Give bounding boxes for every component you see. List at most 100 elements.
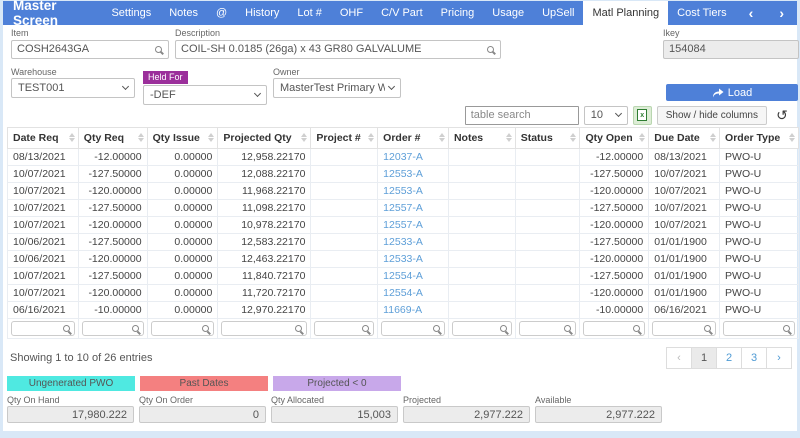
column-filter-input[interactable] [150,321,215,336]
cell-project [310,284,379,302]
nav-item-at[interactable]: @ [207,1,236,25]
chevron-down-icon [387,82,396,91]
order-link[interactable]: 12533-A [383,253,423,265]
search-icon [633,325,641,332]
table-row[interactable]: 10/06/2021 -127.50000 0.00000 12,583.22170 1… [7,233,799,251]
filter-cell-qty-issue [146,318,219,339]
order-link[interactable]: 12533-A [383,236,423,248]
order-link[interactable]: 12553-A [383,185,423,197]
column-filter-input[interactable] [81,321,144,336]
cell-projected-qty: 12,958.22170 [217,148,312,166]
column-filter-input[interactable] [451,321,512,336]
order-link[interactable]: 12037-A [383,151,423,163]
nav-item-usage[interactable]: Usage [483,1,533,25]
pagination: ‹ 1 2 3 › [666,347,792,369]
column-header-status[interactable]: Status [514,127,581,149]
cell-due-date: 10/07/2021 [648,216,721,234]
nav-item-ohf[interactable]: OHF [331,1,372,25]
warehouse-select[interactable]: TEST001 [11,78,135,98]
table-search-input[interactable] [464,105,579,125]
cell-qty-req: -127.50000 [77,199,148,217]
table-row[interactable]: 08/13/2021 -12.00000 0.00000 12,958.22170 12… [7,148,799,166]
column-header-due-date[interactable]: Due Date [648,127,721,149]
table-row[interactable]: 06/16/2021 -10.00000 0.00000 12,970.22170 11… [7,301,799,319]
cell-project [310,301,379,319]
table-row[interactable]: 10/07/2021 -127.50000 0.00000 11,098.22170 1… [7,199,799,217]
table-row[interactable]: 10/07/2021 -127.50000 0.00000 12,088.22170 1… [7,165,799,183]
owner-select[interactable]: MasterTest Primary Wareho [273,78,401,98]
load-button[interactable]: Load [666,84,798,101]
pagination-page-2[interactable]: 2 [716,347,742,369]
nav-item-upsell[interactable]: UpSell [533,1,583,25]
column-filter-input[interactable] [652,321,717,336]
column-header-date-req[interactable]: Date Req [7,127,79,149]
nav-item-lot[interactable]: Lot # [288,1,330,25]
column-filter-input[interactable] [723,321,795,336]
column-header-order[interactable]: Order # [377,127,449,149]
column-filter-input[interactable] [518,321,577,336]
column-filter-input[interactable] [583,321,646,336]
cell-projected-qty: 10,978.22170 [217,216,312,234]
cell-projected-qty: 12,583.22170 [217,233,312,251]
held-for-select[interactable]: -DEF [143,85,267,105]
item-input[interactable] [11,39,169,59]
pagination-page-3[interactable]: 3 [741,347,767,369]
search-icon [783,325,790,332]
nav-item-pricing[interactable]: Pricing [432,1,484,25]
order-link[interactable]: 12554-A [383,287,423,299]
cell-notes [447,233,516,251]
search-icon[interactable] [155,45,162,53]
column-header-label: Qty Open [585,132,633,144]
cell-order: 12037-A [377,148,449,166]
column-header-qty-open[interactable]: Qty Open [579,127,650,149]
column-filter-input[interactable] [221,321,308,336]
order-link[interactable]: 12554-A [383,270,423,282]
refresh-icon[interactable]: ↺ [772,106,792,125]
table-row[interactable]: 10/07/2021 -120.00000 0.00000 11,720.72170 1… [7,284,799,302]
pagination-next-button[interactable]: › [766,347,792,369]
nav-item-settings[interactable]: Settings [102,1,160,25]
table-row[interactable]: 10/07/2021 -120.00000 0.00000 10,978.22170 1… [7,216,799,234]
column-filter-input[interactable] [314,321,375,336]
nav-item-cost-tiers[interactable]: Cost Tiers [668,1,736,25]
table-row[interactable]: 10/07/2021 -127.50000 0.00000 11,840.72170 1… [7,267,799,285]
nav-item-history[interactable]: History [236,1,288,25]
pagination-page-1[interactable]: 1 [691,347,717,369]
cell-order: 12557-A [377,216,449,234]
page-size-select[interactable]: 10 [583,105,628,125]
sort-icon [570,133,576,142]
nav-item-notes[interactable]: Notes [160,1,207,25]
cell-project [310,216,379,234]
show-hide-columns-button[interactable]: Show / hide columns [656,105,767,125]
cell-notes [447,148,516,166]
nav-prev-arrow-button[interactable]: ‹ [736,1,767,25]
column-header-notes[interactable]: Notes [447,127,516,149]
column-filter-input[interactable] [381,321,445,336]
table-row[interactable]: 10/06/2021 -120.00000 0.00000 12,463.22170 1… [7,250,799,268]
table-header-row: Date Req Qty Req Qty Issue Projected Qty Pro… [7,127,799,149]
column-filter-input[interactable] [11,321,75,336]
table-row[interactable]: 10/07/2021 -120.00000 0.00000 11,968.22170 1… [7,182,799,200]
summary-label-qty-on-hand: Qty On Hand [7,395,60,405]
legend-past-dates: Past Dates [140,376,268,391]
description-input[interactable] [175,39,501,59]
column-header-order-type[interactable]: Order Type [719,127,799,149]
export-excel-button[interactable]: x [632,105,652,125]
filter-cell-status [514,318,581,339]
pagination-prev-button[interactable]: ‹ [666,347,692,369]
column-header-qty-issue[interactable]: Qty Issue [146,127,219,149]
column-header-project[interactable]: Project # [310,127,379,149]
nav-item-c-v-part[interactable]: C/V Part [372,1,432,25]
sort-icon [639,133,645,142]
search-icon[interactable] [487,45,494,53]
nav-next-arrow-button[interactable]: › [766,1,797,25]
order-link[interactable]: 12557-A [383,202,423,214]
summary-value-qty-on-order: 0 [139,406,266,423]
order-link[interactable]: 12553-A [383,168,423,180]
summary-label-qty-allocated: Qty Allocated [271,395,325,405]
column-header-qty-req[interactable]: Qty Req [77,127,148,149]
order-link[interactable]: 12557-A [383,219,423,231]
nav-item-matl-planning[interactable]: Matl Planning [583,1,669,25]
column-header-projected-qty[interactable]: Projected Qty [217,127,312,149]
order-link[interactable]: 11669-A [383,304,422,316]
